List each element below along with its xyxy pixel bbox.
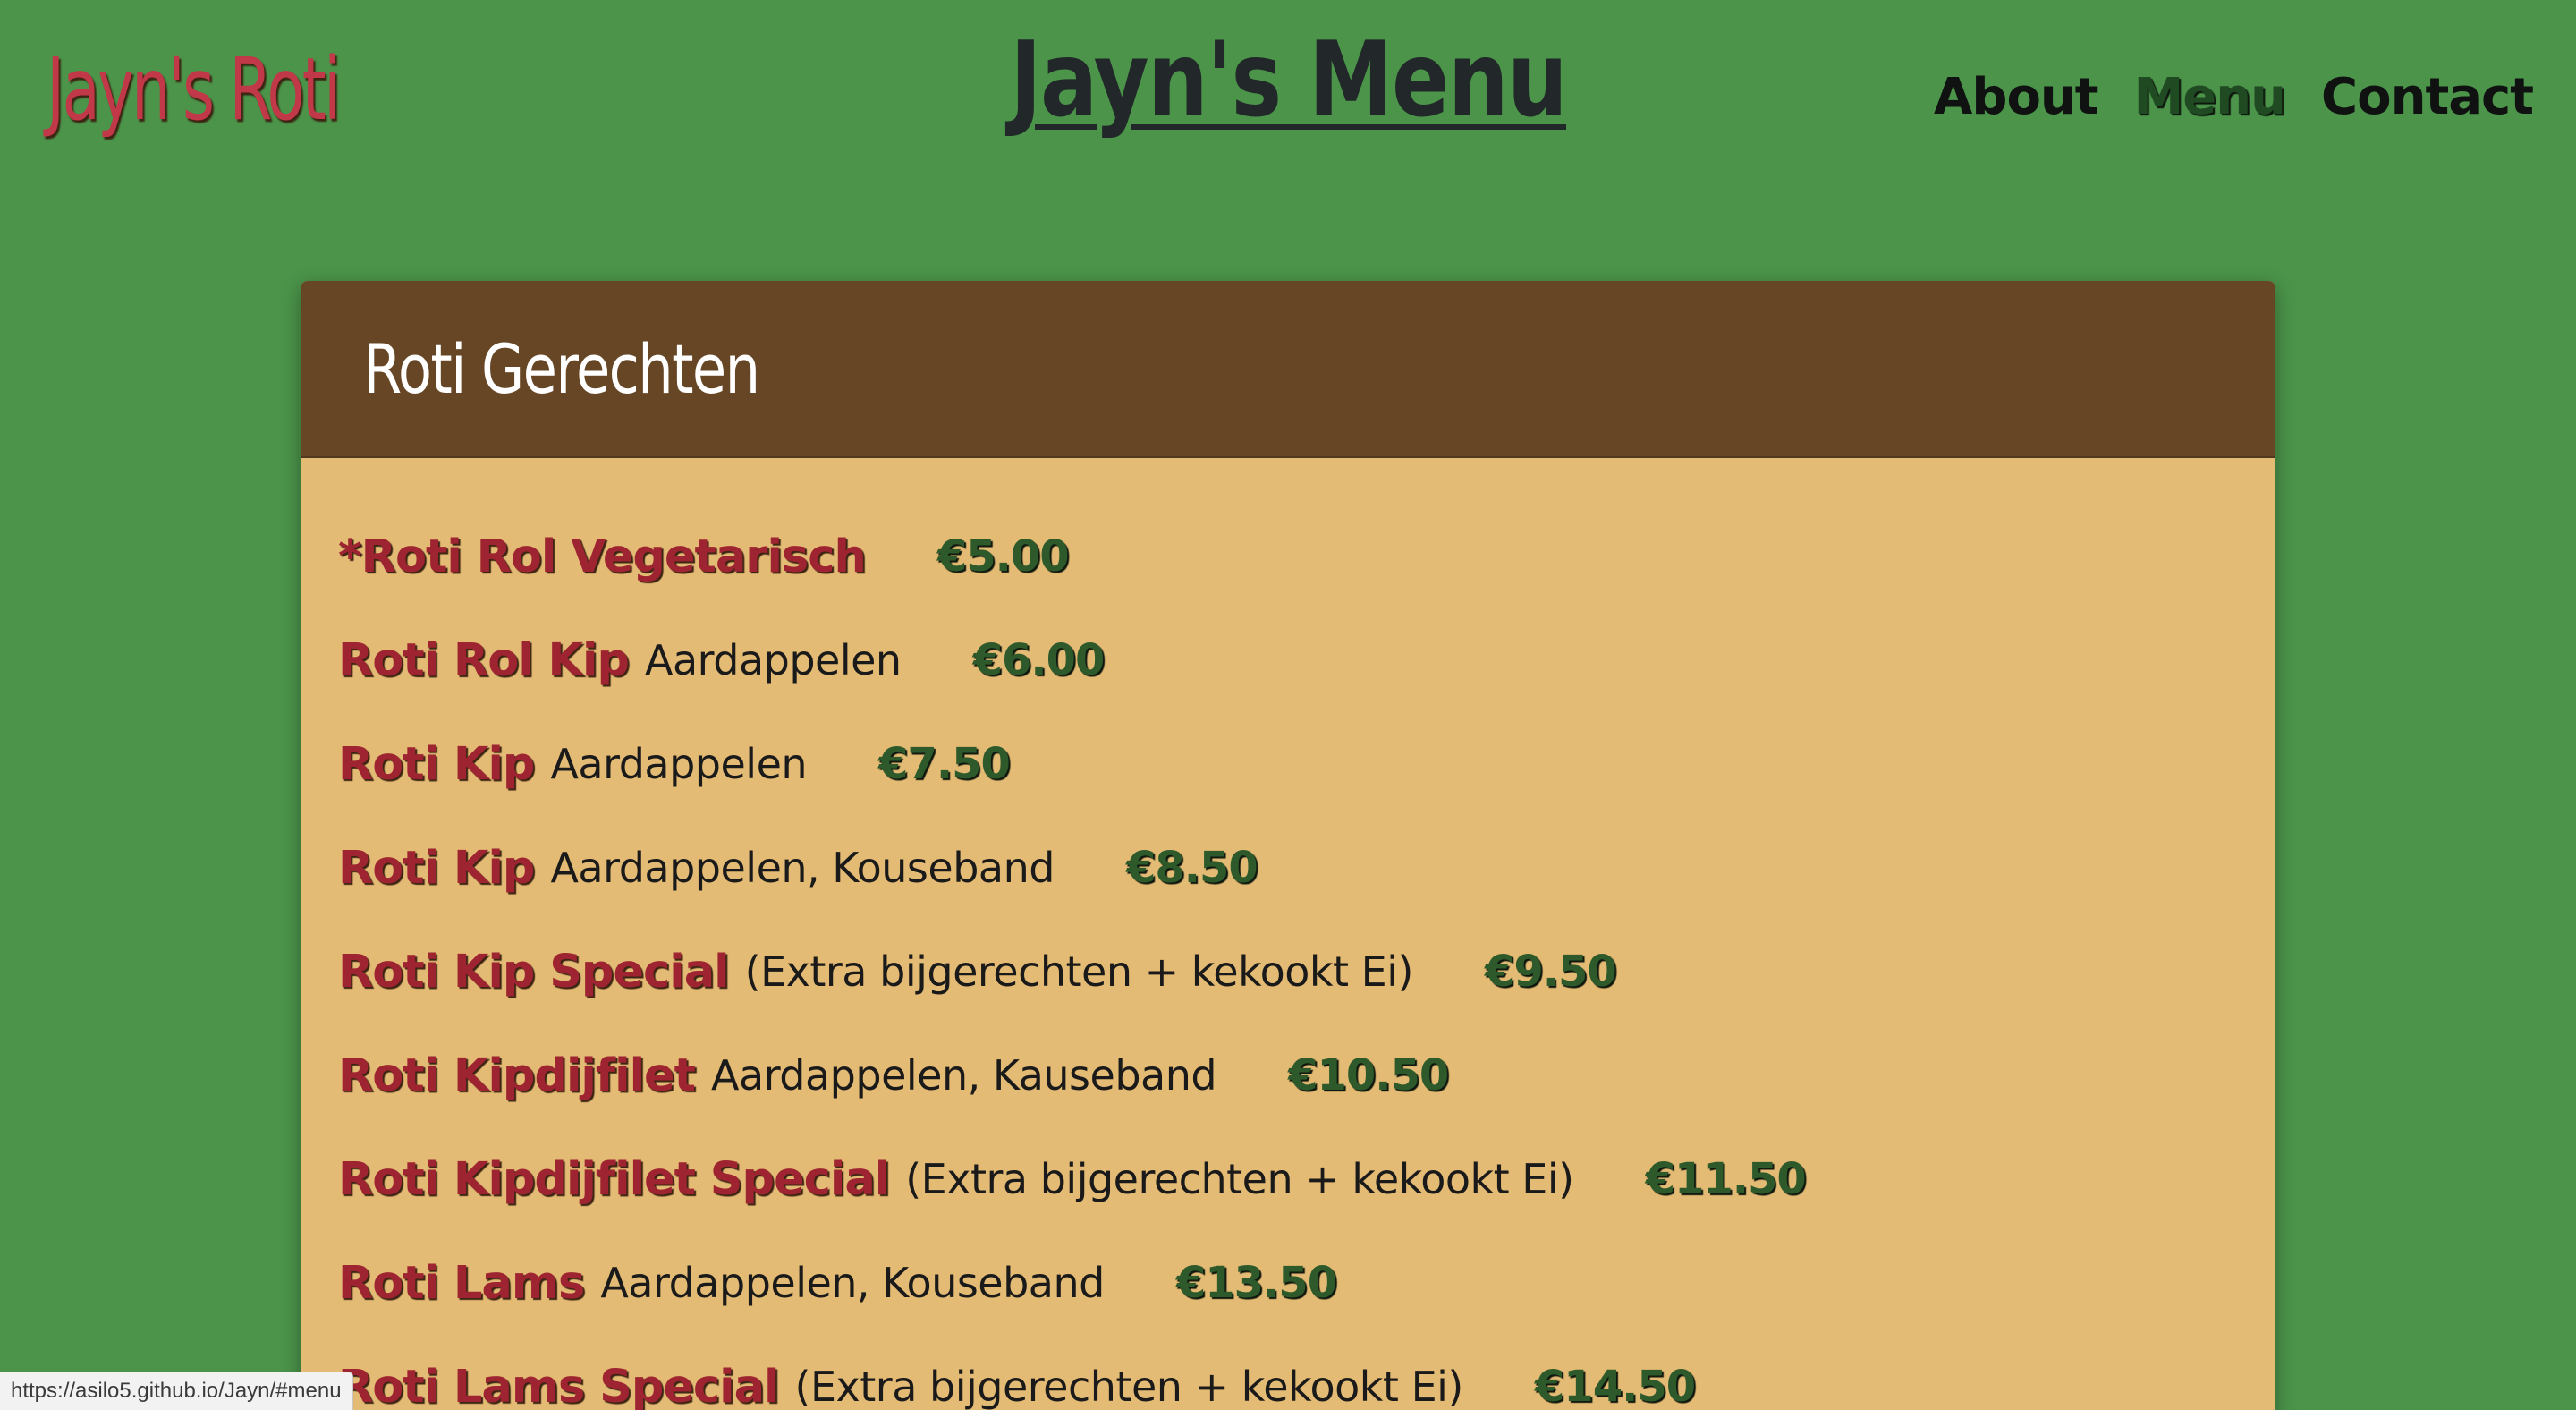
menu-item-price: €14.50 bbox=[1534, 1362, 1696, 1410]
menu-item: Roti Kipdijfilet Special (Extra bijgerec… bbox=[338, 1127, 1807, 1231]
menu-item-name: Roti Lams Special bbox=[338, 1360, 780, 1410]
menu-item-name: Roti Kip Special bbox=[338, 945, 730, 998]
page-title-text: Jayn's Menu bbox=[1010, 20, 1567, 140]
menu-item-price: €10.50 bbox=[1288, 1050, 1449, 1100]
menu-item-price: €5.00 bbox=[936, 531, 1070, 582]
menu-item: Roti Kip Aardappelen €7.50 bbox=[338, 712, 1806, 816]
nav-menu-link[interactable]: Menu bbox=[2134, 66, 2286, 129]
menu-item-description: Aardappelen bbox=[550, 740, 808, 788]
menu-item: *Roti Rol Vegetarisch €5.00 bbox=[338, 505, 1806, 608]
menu-item: Roti Kip Aardappelen, Kouseband €8.50 bbox=[338, 816, 1806, 920]
menu-item-name: Roti Kip bbox=[338, 737, 535, 791]
menu-item-price: €11.50 bbox=[1645, 1154, 1807, 1204]
menu-item-name: Roti Kip bbox=[338, 841, 535, 895]
menu-item-price: €7.50 bbox=[878, 739, 1011, 789]
menu-item-description: Aardappelen, Kauseband bbox=[711, 1051, 1217, 1100]
menu-card-header: Roti Gerechten bbox=[301, 281, 2275, 458]
menu-item-name: Roti Rol Kip bbox=[338, 633, 630, 687]
main-nav: About Menu Contact bbox=[1934, 66, 2534, 129]
menu-item: Roti Rol Kip Aardappelen €6.00 bbox=[338, 608, 1806, 712]
menu-section-title: Roti Gerechten bbox=[363, 328, 760, 409]
menu-item-description: Aardappelen, Kouseband bbox=[550, 844, 1055, 892]
menu-item-list: *Roti Rol Vegetarisch €5.00 Roti Rol Kip… bbox=[338, 505, 1807, 1410]
nav-contact-link[interactable]: Contact bbox=[2321, 66, 2534, 129]
menu-item-description: Aardappelen bbox=[644, 636, 902, 684]
menu-item-name: *Roti Rol Vegetarisch bbox=[338, 530, 867, 583]
menu-item: Roti Lams Special (Extra bijgerechten + … bbox=[338, 1335, 1806, 1410]
menu-item-price: €8.50 bbox=[1125, 843, 1258, 893]
menu-item-name: Roti Kipdijfilet Special bbox=[338, 1152, 890, 1206]
nav-about-link[interactable]: About bbox=[1934, 66, 2099, 129]
menu-card: Roti Gerechten *Roti Rol Vegetarisch €5.… bbox=[301, 281, 2275, 1410]
menu-item: Roti Kipdijfilet Aardappelen, Kauseband … bbox=[338, 1024, 1806, 1127]
menu-item-description: (Extra bijgerechten + kekookt Ei) bbox=[744, 947, 1414, 996]
browser-status-url: https://asilo5.github.io/Jayn/#menu bbox=[0, 1372, 353, 1410]
menu-item-description: Aardappelen, Kouseband bbox=[600, 1259, 1105, 1307]
menu-item-name: Roti Kipdijfilet bbox=[338, 1049, 696, 1102]
menu-item-price: €13.50 bbox=[1175, 1258, 1337, 1308]
menu-item-name: Roti Lams bbox=[338, 1256, 585, 1310]
menu-item-price: €6.00 bbox=[972, 635, 1106, 685]
menu-item: Roti Kip Special (Extra bijgerechten + k… bbox=[338, 920, 1806, 1024]
menu-item-description: (Extra bijgerechten + kekookt Ei) bbox=[905, 1155, 1574, 1203]
menu-item-description: (Extra bijgerechten + kekookt Ei) bbox=[794, 1363, 1464, 1410]
menu-item: Roti Lams Aardappelen, Kouseband €13.50 bbox=[338, 1231, 1806, 1335]
menu-item-price: €9.50 bbox=[1484, 947, 1617, 997]
